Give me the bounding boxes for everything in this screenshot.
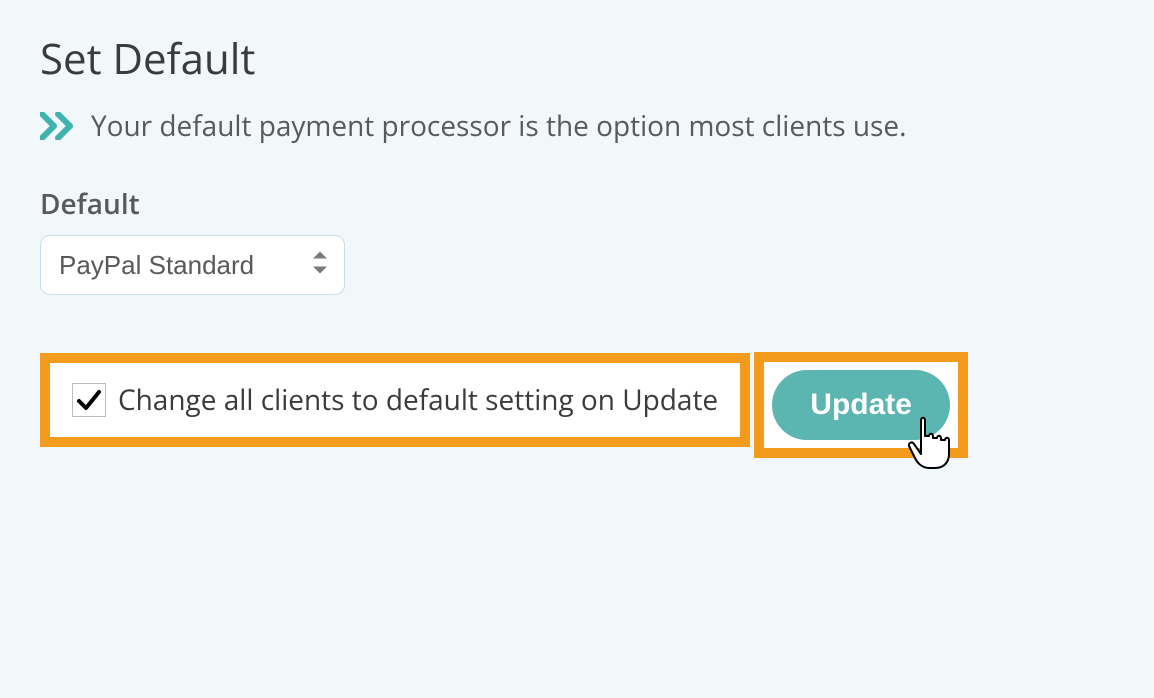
description-text: Your default payment processor is the op… <box>91 107 906 145</box>
description-row: Your default payment processor is the op… <box>40 107 1114 145</box>
default-field-group: Default PayPal Standard <box>40 185 1114 295</box>
update-button[interactable]: Update <box>772 370 950 440</box>
highlight-box-checkbox: Change all clients to default setting on… <box>40 353 750 447</box>
change-all-clients-label: Change all clients to default setting on… <box>118 381 718 419</box>
field-label-default: Default <box>40 185 1114 223</box>
change-all-clients-checkbox-row: Change all clients to default setting on… <box>72 381 718 419</box>
default-select[interactable]: PayPal Standard <box>40 235 345 295</box>
page-title: Set Default <box>40 30 1114 87</box>
change-all-clients-checkbox[interactable] <box>72 383 106 417</box>
checkmark-icon <box>75 386 103 414</box>
highlight-box-update: Update <box>754 352 968 458</box>
default-select-wrapper: PayPal Standard <box>40 235 345 295</box>
double-chevron-right-icon <box>40 112 76 140</box>
